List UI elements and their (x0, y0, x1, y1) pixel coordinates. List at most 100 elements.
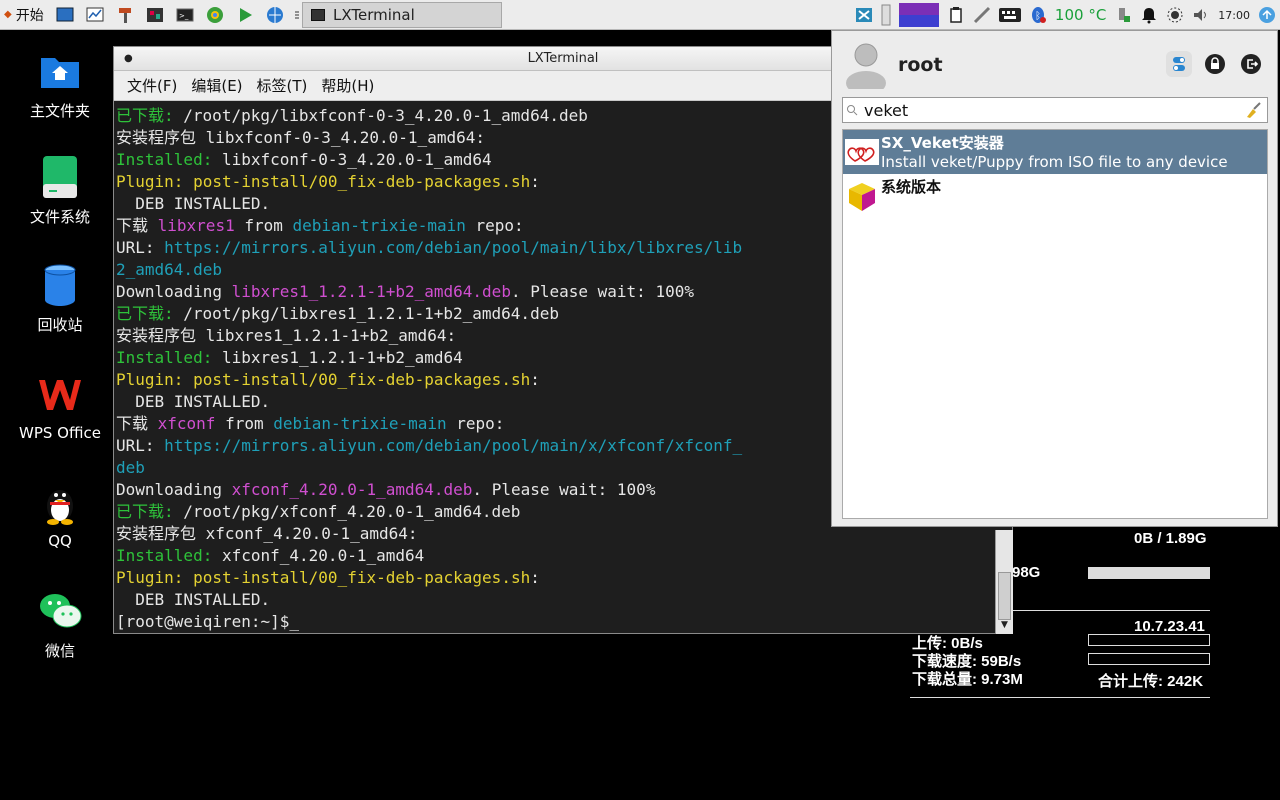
system-tray: ᛒ 100 °C 17:00 (851, 0, 1280, 30)
home-folder-icon (37, 48, 83, 94)
terminal-text: URL: (116, 238, 165, 257)
toggle-icon (1173, 57, 1185, 71)
result-system-version[interactable]: 系统版本 (843, 174, 1267, 218)
terminal-text: DEB INSTALLED. (116, 590, 271, 609)
desktop-icon-wps[interactable]: WPS Office (14, 372, 106, 442)
media-player-icon[interactable] (234, 4, 256, 26)
window-menu-icon[interactable]: ● (124, 47, 133, 71)
show-desktop-icon[interactable] (54, 4, 76, 26)
terminal-text: [root@weiqiren:~]$_ (116, 612, 300, 631)
terminal-text: /root/pkg/xfconf_4.20.0-1_amd64.deb (183, 502, 521, 521)
app-tray-icon[interactable] (855, 0, 873, 30)
terminal-text: Plugin: post-install/00_fix-deb-packages… (116, 568, 531, 587)
terminal-text: xfconf (157, 414, 216, 433)
task-title: LXTerminal (333, 6, 415, 24)
menu-tabs[interactable]: 标签(T) (257, 75, 308, 96)
terminal-text: Plugin: post-install/00_fix-deb-packages… (116, 370, 531, 389)
menu-edit[interactable]: 编辑(E) (191, 75, 242, 96)
terminal-text: Downloading (116, 480, 232, 499)
terminal-launcher-icon[interactable]: >_ (174, 4, 196, 26)
chrome-browser-icon[interactable] (204, 4, 226, 26)
more-launchers-icon[interactable] (294, 4, 300, 26)
terminal-text: DEB INSTALLED. (116, 392, 271, 411)
desktop-icon-label: WPS Office (19, 424, 101, 442)
terminal-text: : (530, 172, 540, 191)
bluetooth-icon[interactable]: ᛒ (1029, 0, 1047, 30)
terminal-text: Downloading (116, 282, 232, 301)
result-title: 系统版本 (881, 178, 942, 196)
terminal-scrollbar[interactable]: ▼ (995, 530, 1013, 634)
taskbar: ◆ 开始 >_ LXTerminal ᛒ 100 °C 17:00 (0, 0, 1280, 30)
logout-button[interactable] (1238, 51, 1264, 77)
start-icon: ◆ (4, 9, 12, 20)
terminal-text: . Please wait: 100% (510, 282, 694, 301)
settings-tools-icon[interactable] (114, 4, 136, 26)
terminal-text: libxres1_1.2.1-1+b2_amd64.deb (231, 282, 511, 301)
brightness-icon[interactable] (1166, 0, 1184, 30)
terminal-text: URL: (116, 436, 165, 455)
notification-bell-icon[interactable] (1140, 0, 1158, 30)
terminal-text: xfconf_4.20.0-1_amd64 (221, 546, 425, 565)
result-title: SX_Veket安装器 (881, 134, 1004, 152)
terminal-text: : (530, 370, 540, 389)
memory-bar (1088, 567, 1210, 579)
cpu-graph-icon[interactable] (898, 0, 939, 30)
lock-icon (1205, 54, 1225, 74)
desktop-icon-wechat[interactable]: 微信 (14, 588, 106, 661)
clipboard-icon[interactable] (947, 0, 965, 30)
desktop-icon-label: 文件系统 (29, 208, 90, 226)
terminal-text: 安装程序包 xfconf_4.20.0-1_amd64: (116, 524, 418, 543)
terminal-text: repo: (446, 414, 505, 433)
image-viewer-icon[interactable] (144, 4, 166, 26)
terminal-line: Plugin: post-install/00_fix-deb-packages… (116, 567, 1012, 589)
system-monitor-icon[interactable] (84, 4, 106, 26)
pen-tool-icon[interactable] (973, 0, 991, 30)
svg-text:>_: >_ (179, 12, 189, 20)
memory-partial: 98G (1012, 564, 1041, 581)
terminal-line: DEB INSTALLED. (116, 589, 1012, 611)
desktop-icon-home[interactable]: 主文件夹 (14, 48, 106, 121)
logout-icon (1241, 54, 1261, 74)
terminal-text: 下载 (116, 414, 158, 433)
desktop-icon-qq[interactable]: QQ (14, 480, 106, 550)
system-version-icon (849, 183, 875, 211)
terminal-text: /root/pkg/libxfconf-0-3_4.20.0-1_amd64.d… (183, 106, 588, 125)
network-status-icon[interactable] (1258, 0, 1276, 30)
clear-broom-icon[interactable] (1244, 101, 1262, 119)
menu-file[interactable]: 文件(F) (127, 75, 177, 96)
window-title: LXTerminal (527, 51, 599, 66)
speaker-icon[interactable] (1192, 0, 1210, 30)
terminal-text: . Please wait: 100% (472, 480, 656, 499)
search-input[interactable] (864, 99, 1244, 121)
terminal-text: libxres1 (157, 216, 235, 235)
keyboard-icon[interactable] (998, 0, 1021, 30)
volume-slider-icon[interactable] (881, 0, 891, 30)
terminal-text: 安装程序包 libxfconf-0-3_4.20.0-1_amd64: (116, 128, 485, 147)
trash-icon (37, 262, 83, 308)
terminal-text: libxres1_1.2.1-1+b2_amd64 (221, 348, 463, 367)
start-label: 开始 (15, 7, 44, 24)
upload-total: 合计上传: 242K (1098, 673, 1204, 690)
desktop-icon-filesystem[interactable]: 文件系统 (14, 154, 106, 227)
settings-toggle-button[interactable] (1166, 51, 1192, 77)
terminal-text: 2_amd64.deb (116, 260, 222, 279)
scroll-down-icon[interactable]: ▼ (996, 620, 1013, 634)
memory-usage: 0B / 1.89G (1134, 530, 1207, 547)
scrollbar-thumb[interactable] (998, 572, 1011, 620)
qq-penguin-icon (37, 480, 83, 526)
start-button[interactable]: ◆ 开始 (0, 0, 50, 30)
veket-installer-icon (845, 139, 879, 165)
web-browser-icon[interactable] (264, 4, 286, 26)
terminal-text: /root/pkg/libxres1_1.2.1-1+b2_amd64.deb (183, 304, 559, 323)
result-sx-veket[interactable]: SX_Veket安装器 Install veket/Puppy from ISO… (843, 130, 1267, 174)
usb-drive-icon[interactable] (1114, 0, 1132, 30)
desktop-icon-trash[interactable]: 回收站 (14, 262, 106, 335)
task-lxterminal[interactable]: LXTerminal (302, 2, 502, 28)
desktop-icon-label: 回收站 (37, 316, 83, 334)
clock[interactable]: 17:00 (1218, 0, 1250, 30)
download-total: 下载总量: 9.73M (912, 671, 1023, 688)
drive-icon (37, 154, 83, 200)
menu-search-box[interactable] (842, 97, 1268, 123)
lock-button[interactable] (1202, 51, 1228, 77)
menu-help[interactable]: 帮助(H) (321, 75, 374, 96)
